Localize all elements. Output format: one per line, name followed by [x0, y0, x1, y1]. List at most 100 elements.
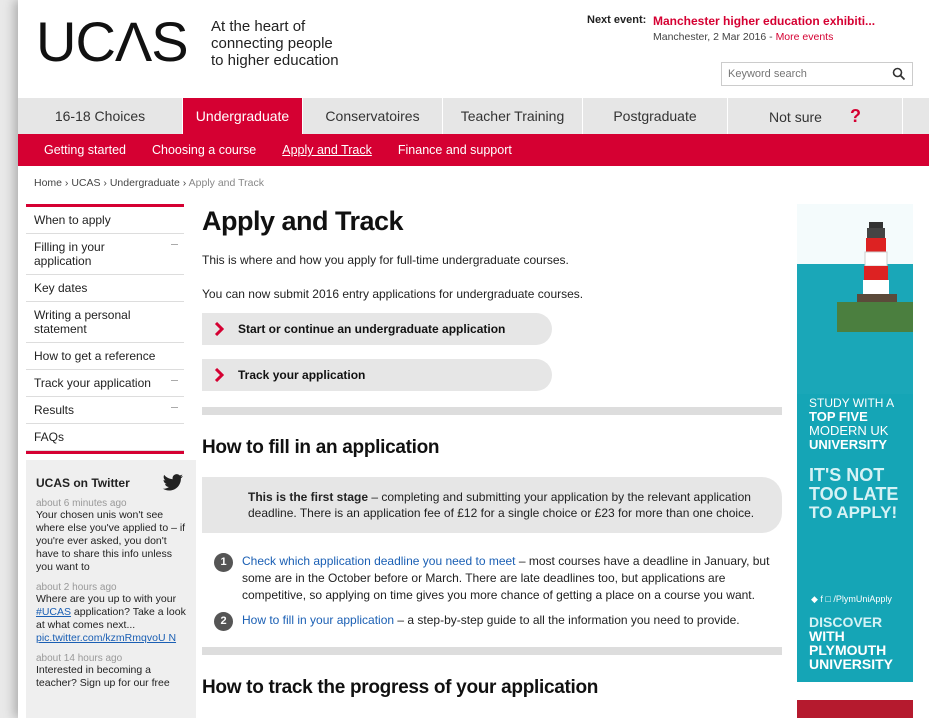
section-heading-track: How to track the progress of your applic…	[202, 677, 599, 698]
lighthouse-image	[797, 204, 913, 394]
tagline-line: to higher education	[211, 52, 339, 69]
search-box	[721, 62, 913, 86]
tab-conservatoires[interactable]: Conservatoires	[303, 98, 443, 134]
ad-line: UNIVERSITY	[809, 656, 894, 672]
sidebar-item-label: Writing a personal statement	[34, 308, 131, 336]
search-icon[interactable]	[892, 67, 906, 81]
main-content: Apply and Track This is where and how yo…	[202, 200, 782, 699]
hashtag-link[interactable]: #UCAS	[36, 606, 71, 618]
sidebar-item-filling-in-your-application[interactable]: Filling in your application	[26, 234, 184, 275]
sidebar-item-writing-a-personal-statement[interactable]: Writing a personal statement	[26, 302, 184, 343]
next-event-label: Next event:	[587, 14, 647, 26]
step-1: 1 Check which application deadline you n…	[202, 553, 782, 604]
step-number: 2	[214, 612, 233, 631]
tab-label: Undergraduate	[195, 108, 290, 124]
page: UCΛS At the heart of connecting people t…	[18, 0, 929, 718]
tagline: At the heart of connecting people to hig…	[211, 18, 339, 69]
step-text: – a step-by-step guide to all the inform…	[394, 613, 740, 627]
tweet-time[interactable]: about 6 minutes ago	[36, 498, 186, 509]
deadline-link[interactable]: Check which application deadline you nee…	[242, 554, 516, 568]
section-divider	[202, 407, 782, 415]
expand-icon[interactable]	[171, 407, 178, 408]
subnav-getting-started[interactable]: Getting started	[44, 143, 126, 157]
cta-label: Track your application	[238, 368, 366, 382]
tweet: about 6 minutes ago Your chosen unis won…	[36, 498, 186, 574]
tab-16-18-choices[interactable]: 16-18 Choices	[18, 98, 183, 134]
ad-line: IT'S NOT	[809, 465, 885, 485]
tweet-time[interactable]: about 2 hours ago	[36, 582, 186, 593]
twitter-panel: UCAS on Twitter about 6 minutes ago Your…	[26, 460, 196, 718]
start-application-button[interactable]: Start or continue an undergraduate appli…	[202, 313, 552, 345]
twitter-bird-icon[interactable]	[162, 474, 184, 492]
next-event-details: Manchester, 2 Mar 2016 - More events	[653, 31, 913, 43]
tweet-text: Interested in becoming a teacher? Sign u…	[36, 664, 170, 689]
breadcrumb-path[interactable]: Home › UCAS › Undergraduate ›	[34, 177, 189, 189]
ad-image-area	[797, 204, 913, 394]
subnav-apply-and-track[interactable]: Apply and Track	[282, 143, 372, 157]
subnav-finance-and-support[interactable]: Finance and support	[398, 143, 512, 157]
sidebar-item-label: Results	[34, 403, 75, 417]
search-input[interactable]	[722, 63, 882, 85]
tagline-line: At the heart of	[211, 18, 306, 35]
tweet-text: Your chosen unis won't see where else yo…	[36, 509, 186, 573]
tab-label: 16-18 Choices	[54, 108, 146, 124]
cta-label: Start or continue an undergraduate appli…	[238, 322, 506, 336]
ad-line: TOO LATE	[809, 484, 899, 504]
tab-label: Conservatoires	[325, 108, 420, 124]
first-stage-bold: This is the first stage	[248, 490, 369, 504]
plymouth-university-ad[interactable]: STUDY WITH A TOP FIVE MODERN UK UNIVERSI…	[797, 204, 913, 682]
chevron-right-icon	[214, 322, 224, 336]
next-event-date: Manchester, 2 Mar 2016 -	[653, 31, 776, 43]
sidebar-item-label: When to apply	[34, 213, 111, 227]
help-icon[interactable]: ?	[850, 106, 861, 126]
header: UCΛS At the heart of connecting people t…	[18, 0, 929, 98]
sidebar-item-label: Key dates	[34, 281, 88, 295]
next-event-link[interactable]: Manchester higher education exhibiti...	[653, 14, 913, 28]
tab-not-sure[interactable]: Not sure?	[728, 98, 903, 134]
sub-navigation: Getting started Choosing a course Apply an…	[18, 134, 929, 166]
sidebar-item-results[interactable]: Results	[26, 397, 184, 424]
ad-line: TO APPLY!	[809, 503, 898, 522]
sidebar-item-when-to-apply[interactable]: When to apply	[26, 207, 184, 234]
page-title: Apply and Track	[202, 206, 404, 236]
sidebar-item-faqs[interactable]: FAQs	[26, 424, 184, 451]
more-events-link[interactable]: More events	[776, 31, 834, 43]
ucas-logo[interactable]: UCΛS	[36, 14, 189, 70]
tab-label: Postgraduate	[613, 108, 697, 124]
sidebar-item-key-dates[interactable]: Key dates	[26, 275, 184, 302]
track-application-button[interactable]: Track your application	[202, 359, 552, 391]
ad-line: MODERN UK	[809, 423, 889, 438]
tweet-time[interactable]: about 14 hours ago	[36, 653, 186, 664]
next-event: Next event: Manchester higher education …	[587, 14, 913, 43]
tab-undergraduate[interactable]: Undergraduate	[183, 98, 303, 134]
tweet-text: Where are you up to with your #UCAS appl…	[36, 593, 186, 645]
expand-icon[interactable]	[171, 244, 178, 245]
sidebar-item-label: FAQs	[34, 430, 65, 444]
sidenav-divider	[26, 451, 184, 454]
ad-social: ◆ f □ /PlymUniApply	[811, 594, 892, 604]
secondary-ad[interactable]	[797, 700, 913, 718]
tweet: about 2 hours ago Where are you up to wi…	[36, 582, 186, 645]
fill-in-guide-link[interactable]: How to fill in your application	[242, 613, 394, 627]
chevron-right-icon	[214, 368, 224, 382]
expand-icon[interactable]	[171, 380, 178, 381]
step-2: 2 How to fill in your application – a st…	[202, 612, 782, 631]
intro-text: This is where and how you apply for full…	[202, 253, 569, 267]
ad-line: STUDY WITH A	[809, 396, 895, 410]
tab-teacher-training[interactable]: Teacher Training	[443, 98, 583, 134]
sidebar-item-label: How to get a reference	[34, 349, 156, 363]
sidebar-item-how-to-get-a-reference[interactable]: How to get a reference	[26, 343, 184, 370]
section-divider	[202, 647, 782, 655]
ad-social-handle: /PlymUniApply	[833, 594, 892, 604]
sidebar-item-track-your-application[interactable]: Track your application	[26, 370, 184, 397]
step-number: 1	[214, 553, 233, 572]
side-navigation: When to apply Filling in your application…	[26, 204, 184, 454]
sidebar-item-label: Track your application	[34, 376, 151, 390]
subnav-choosing-a-course[interactable]: Choosing a course	[152, 143, 256, 157]
tagline-line: connecting people	[211, 35, 333, 52]
first-stage-box: This is the first stage – completing and…	[202, 477, 782, 533]
tweet-image-link[interactable]: pic.twitter.com/kzmRmqvoU N	[36, 632, 176, 644]
tab-postgraduate[interactable]: Postgraduate	[583, 98, 728, 134]
intro-text-2016: You can now submit 2016 entry applicatio…	[202, 287, 584, 301]
ad-line: UNIVERSITY	[809, 437, 888, 452]
